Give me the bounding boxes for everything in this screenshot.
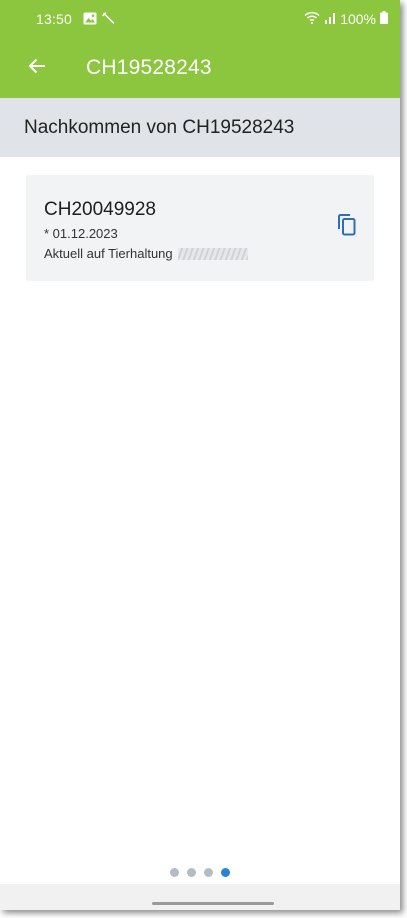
status-bar: 13:50 100%	[0, 0, 400, 38]
redacted-location-value	[177, 247, 248, 260]
page-dot-active[interactable]	[221, 868, 230, 877]
location-label: Aktuell auf Tierhaltung	[44, 246, 173, 261]
gesture-handle[interactable]	[152, 902, 274, 905]
status-right: 100%	[304, 11, 388, 27]
section-title: Nachkommen von CH19528243	[24, 117, 295, 138]
page-dot[interactable]	[204, 868, 213, 877]
battery-icon	[380, 11, 388, 27]
wrench-icon	[102, 12, 115, 28]
page-title: CH19528243	[86, 56, 212, 79]
page-dot[interactable]	[187, 868, 196, 877]
status-time: 13:50	[36, 11, 73, 27]
signal-icon	[324, 11, 336, 27]
system-nav-bar	[0, 884, 400, 910]
offspring-location: Aktuell auf Tierhaltung	[44, 246, 248, 261]
offspring-id: CH20049928	[44, 199, 156, 220]
arrow-left-icon	[28, 58, 46, 79]
offspring-birth-date: * 01.12.2023	[44, 226, 118, 241]
image-icon	[83, 12, 97, 28]
offspring-card[interactable]: CH20049928 * 01.12.2023 Aktuell auf Tier…	[26, 175, 374, 281]
battery-label: 100%	[340, 11, 376, 27]
copy-button[interactable]	[334, 213, 360, 241]
back-button[interactable]	[22, 53, 52, 83]
copy-icon	[336, 213, 358, 242]
app-bar: CH19528243	[0, 38, 400, 98]
screen: 13:50 100% CH19528243 Nachkommen von CH1…	[0, 0, 400, 910]
status-left-icons	[83, 12, 115, 28]
wifi-icon	[304, 11, 320, 27]
section-header: Nachkommen von CH19528243	[0, 98, 400, 157]
page-indicator	[0, 868, 400, 877]
page-dot[interactable]	[170, 868, 179, 877]
